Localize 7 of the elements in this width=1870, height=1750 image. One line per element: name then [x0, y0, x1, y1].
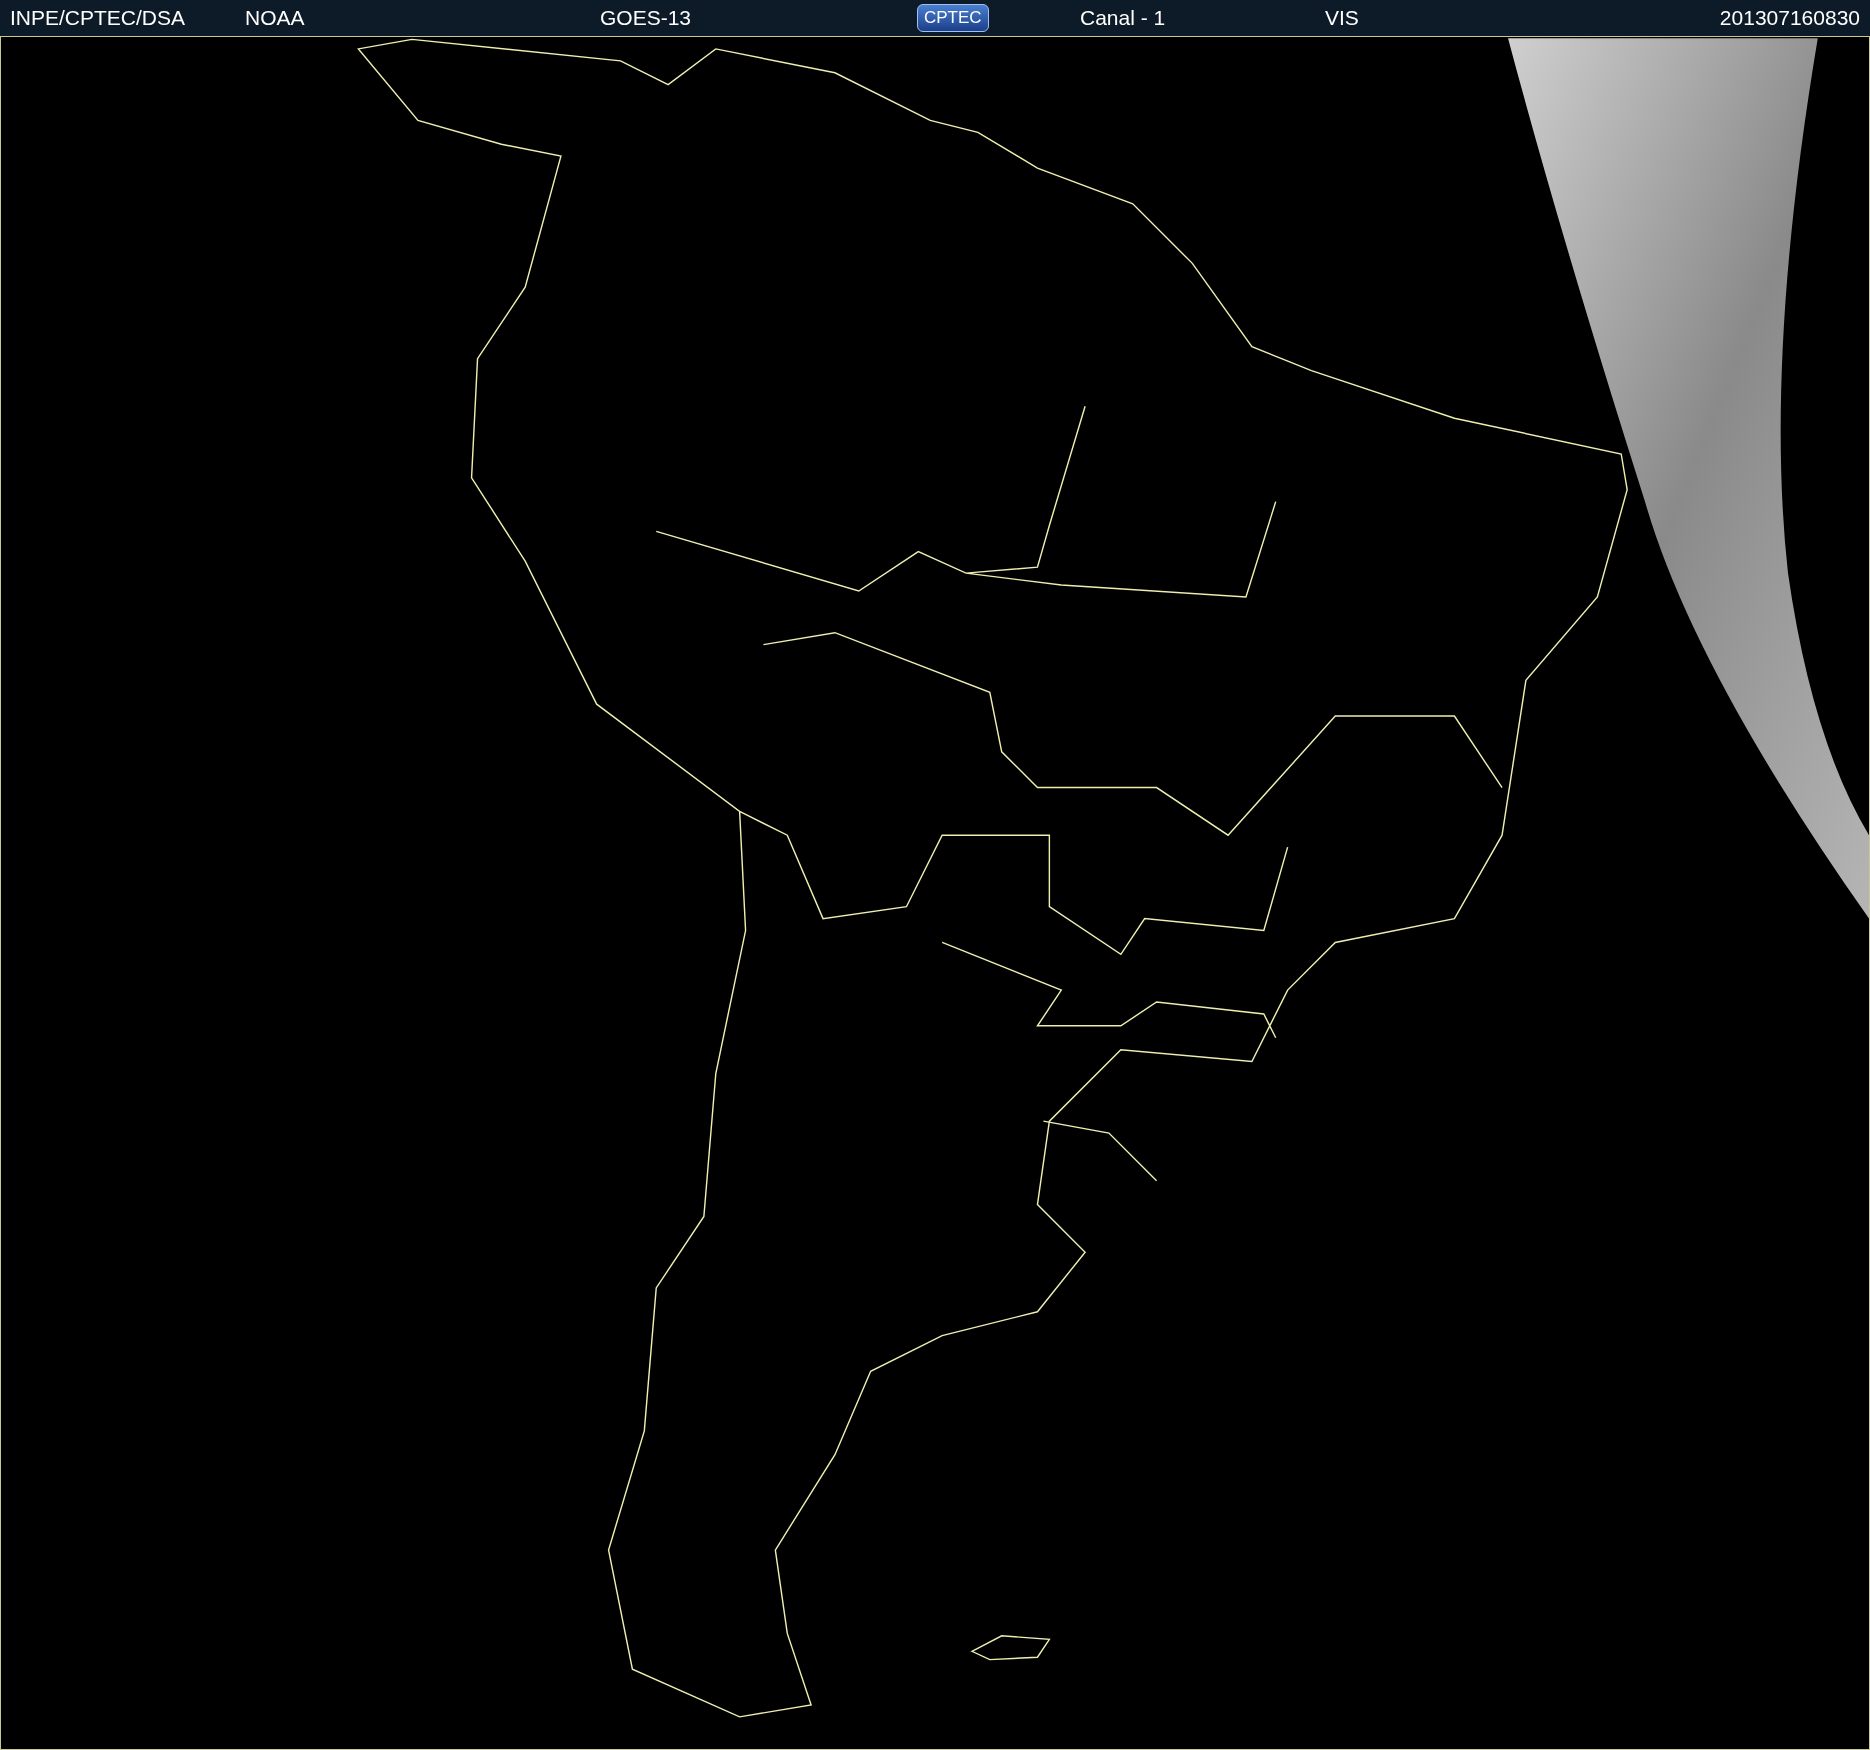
header-label: Canal - 1: [1080, 6, 1166, 30]
header-label: GOES-13: [600, 6, 692, 30]
header-label: NOAA: [245, 6, 305, 30]
header-label: 201307160830: [1719, 6, 1860, 30]
header-label: VIS: [1325, 6, 1359, 30]
cptec-logo: CPTEC: [917, 4, 989, 32]
header-label: INPE/CPTEC/DSA: [10, 6, 186, 30]
